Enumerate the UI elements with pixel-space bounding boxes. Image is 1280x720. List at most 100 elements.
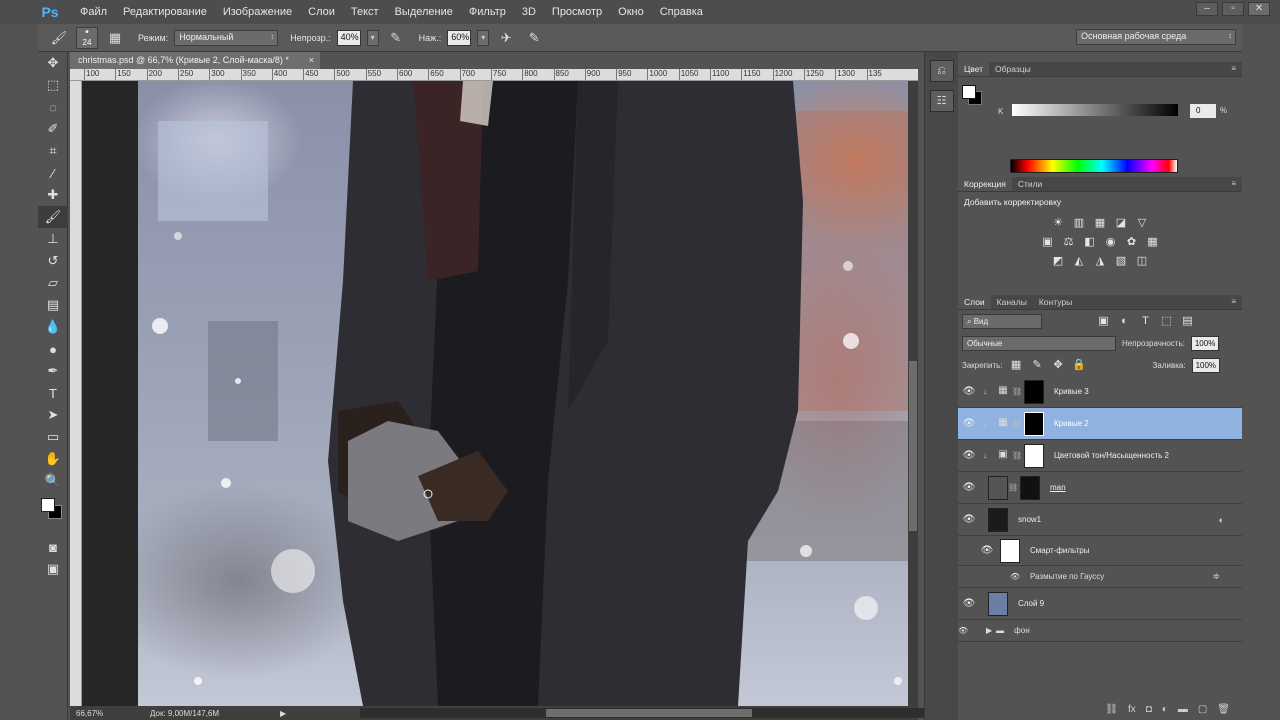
mask-link-icon[interactable]: ⛓ bbox=[1012, 387, 1022, 396]
k-channel-input[interactable]: 0 bbox=[1190, 104, 1216, 118]
quick-selection-tool-icon[interactable]: ✐ bbox=[38, 118, 68, 140]
menu-image[interactable]: Изображение bbox=[215, 0, 300, 24]
exposure-icon[interactable]: ◪ bbox=[1114, 216, 1129, 231]
menu-3d[interactable]: 3D bbox=[514, 0, 544, 24]
tab-channels[interactable]: Каналы bbox=[991, 295, 1033, 309]
mask-link-icon[interactable]: ⛓ bbox=[1012, 419, 1022, 428]
layer-row[interactable]: 👁 Слой 9 bbox=[958, 588, 1242, 620]
document-tab[interactable]: christmas.psd @ 66,7% (Кривые 2, Слой-ма… bbox=[70, 52, 320, 69]
airbrush-icon[interactable]: ✈ bbox=[495, 28, 517, 48]
add-mask-icon[interactable]: ◘ bbox=[1146, 704, 1152, 720]
path-selection-tool-icon[interactable]: ➤ bbox=[38, 404, 68, 426]
menu-edit[interactable]: Редактирование bbox=[115, 0, 215, 24]
filter-type-icon[interactable]: T bbox=[1138, 314, 1153, 329]
panel-menu-icon[interactable]: ≡ bbox=[1231, 179, 1236, 188]
tab-swatches[interactable]: Образцы bbox=[989, 62, 1037, 76]
menu-view[interactable]: Просмотр bbox=[544, 0, 610, 24]
tab-adjustments[interactable]: Коррекция bbox=[958, 177, 1012, 191]
menu-file[interactable]: Файл bbox=[72, 0, 115, 24]
new-adjustment-icon[interactable]: ◐ bbox=[1162, 704, 1168, 720]
rectangle-tool-icon[interactable]: ▭ bbox=[38, 426, 68, 448]
move-tool-icon[interactable]: ✥ bbox=[38, 52, 68, 74]
zoom-level[interactable]: 66,67% bbox=[70, 709, 110, 718]
layer-row[interactable]: 👁 ↓ ▦ ⛓ Кривые 3 bbox=[958, 376, 1242, 408]
crop-tool-icon[interactable]: ⌗ bbox=[38, 140, 68, 162]
lock-transparency-icon[interactable]: ▦ bbox=[1009, 358, 1024, 373]
flow-input[interactable]: 60% bbox=[447, 29, 472, 46]
layer-row-selected[interactable]: 👁 ↓ ▦ ⛓ Кривые 2 bbox=[958, 408, 1242, 440]
delete-layer-icon[interactable]: 🗑 bbox=[1217, 704, 1230, 720]
horizontal-scroll-thumb[interactable] bbox=[546, 709, 752, 717]
workspace-select[interactable]: Основная рабочая среда bbox=[1076, 29, 1236, 45]
visibility-eye-icon[interactable]: 👁 bbox=[958, 626, 980, 635]
visibility-eye-icon[interactable]: 👁 bbox=[1010, 572, 1026, 581]
layer-thumbnail[interactable] bbox=[988, 591, 1008, 616]
history-panel-icon[interactable]: ⎌ bbox=[929, 60, 954, 82]
pressure-size-icon[interactable]: ✎ bbox=[523, 28, 545, 48]
filter-mask-thumbnail[interactable] bbox=[1000, 538, 1020, 563]
screen-mode-icon[interactable]: ▣ bbox=[38, 558, 68, 580]
filter-adjustment-icon[interactable]: ◐ bbox=[1117, 314, 1132, 329]
channel-mixer-icon[interactable]: ✿ bbox=[1124, 235, 1139, 250]
opacity-input[interactable]: 40% bbox=[336, 29, 361, 46]
filter-smart-object-icon[interactable]: ▤ bbox=[1180, 314, 1195, 329]
selective-color-icon[interactable]: ◫ bbox=[1135, 254, 1150, 269]
tab-layers[interactable]: Слои bbox=[958, 295, 991, 309]
levels-icon[interactable]: ▥ bbox=[1072, 216, 1087, 231]
visibility-eye-icon[interactable]: 👁 bbox=[958, 418, 980, 429]
layer-thumbnail[interactable] bbox=[988, 507, 1008, 532]
history-brush-tool-icon[interactable]: ↺ bbox=[38, 250, 68, 272]
visibility-eye-icon[interactable]: 👁 bbox=[958, 386, 980, 397]
panel-menu-icon[interactable]: ≡ bbox=[1231, 64, 1236, 73]
vibrance-icon[interactable]: ▽ bbox=[1135, 216, 1150, 231]
layer-row[interactable]: 👁 snow1 ◐ bbox=[958, 504, 1242, 536]
menu-filter[interactable]: Фильтр bbox=[461, 0, 514, 24]
hue-saturation-icon[interactable]: ▣ bbox=[1040, 235, 1055, 250]
tab-paths[interactable]: Контуры bbox=[1033, 295, 1078, 309]
brush-tool-icon[interactable]: 🖌 bbox=[38, 206, 68, 228]
clone-stamp-tool-icon[interactable]: ⊥ bbox=[38, 228, 68, 250]
canvas-area[interactable] bbox=[82, 81, 908, 706]
new-layer-icon[interactable]: ▢ bbox=[1198, 704, 1207, 720]
tab-color[interactable]: Цвет bbox=[958, 62, 990, 76]
layer-thumbnail[interactable] bbox=[988, 475, 1008, 500]
close-button[interactable]: ✕ bbox=[1248, 2, 1270, 16]
filter-pixel-icon[interactable]: ▣ bbox=[1096, 314, 1111, 329]
menu-help[interactable]: Справка bbox=[652, 0, 711, 24]
expand-arrow-icon[interactable]: ▶ bbox=[986, 626, 992, 635]
posterize-icon[interactable]: ◭ bbox=[1072, 254, 1087, 269]
fill-input[interactable]: 100% bbox=[1191, 357, 1221, 373]
close-document-icon[interactable]: × bbox=[309, 52, 314, 69]
visibility-eye-icon[interactable]: 👁 bbox=[958, 598, 980, 609]
brush-panel-icon[interactable]: ▦ bbox=[104, 28, 126, 48]
black-white-icon[interactable]: ◧ bbox=[1082, 235, 1097, 250]
eraser-tool-icon[interactable]: ▱ bbox=[38, 272, 68, 294]
pen-tool-icon[interactable]: ✒ bbox=[38, 360, 68, 382]
vertical-scroll-thumb[interactable] bbox=[909, 361, 917, 531]
status-menu-arrow-icon[interactable]: ▶ bbox=[280, 709, 286, 718]
layer-filter-select[interactable]: ⌕ Вид bbox=[962, 313, 1042, 329]
type-tool-icon[interactable]: T bbox=[38, 382, 68, 404]
color-lookup-icon[interactable]: ▦ bbox=[1145, 235, 1160, 250]
pressure-opacity-icon[interactable]: ✎ bbox=[385, 28, 407, 48]
visibility-eye-icon[interactable]: 👁 bbox=[958, 450, 980, 461]
brightness-icon[interactable]: ☀ bbox=[1051, 216, 1066, 231]
group-row[interactable]: 👁 ▶ ▬ фон bbox=[958, 620, 1242, 642]
horizontal-scrollbar[interactable] bbox=[360, 708, 960, 718]
filter-shape-icon[interactable]: ⬚ bbox=[1159, 314, 1174, 329]
brush-tool-preset-icon[interactable]: 🖌 bbox=[48, 28, 70, 48]
brush-size-picker[interactable]: • 24 bbox=[76, 26, 98, 49]
filter-options-icon[interactable]: ≑ bbox=[1212, 571, 1220, 582]
blur-tool-icon[interactable]: 💧 bbox=[38, 316, 68, 338]
layer-mask-thumbnail[interactable] bbox=[1020, 475, 1040, 500]
layer-mask-thumbnail[interactable] bbox=[1024, 379, 1044, 404]
menu-type[interactable]: Текст bbox=[343, 0, 387, 24]
layer-opacity-input[interactable]: 100% bbox=[1190, 335, 1220, 351]
eyedropper-tool-icon[interactable]: ⁄ bbox=[38, 162, 68, 184]
opacity-dropdown[interactable]: ▾ bbox=[366, 29, 379, 46]
photo-filter-icon[interactable]: ◉ bbox=[1103, 235, 1118, 250]
mask-link-icon[interactable]: ⛓ bbox=[1008, 483, 1018, 492]
visibility-eye-icon[interactable]: 👁 bbox=[958, 482, 980, 493]
mode-select[interactable]: Нормальный bbox=[174, 29, 279, 46]
color-spectrum-bar[interactable] bbox=[1010, 159, 1178, 173]
